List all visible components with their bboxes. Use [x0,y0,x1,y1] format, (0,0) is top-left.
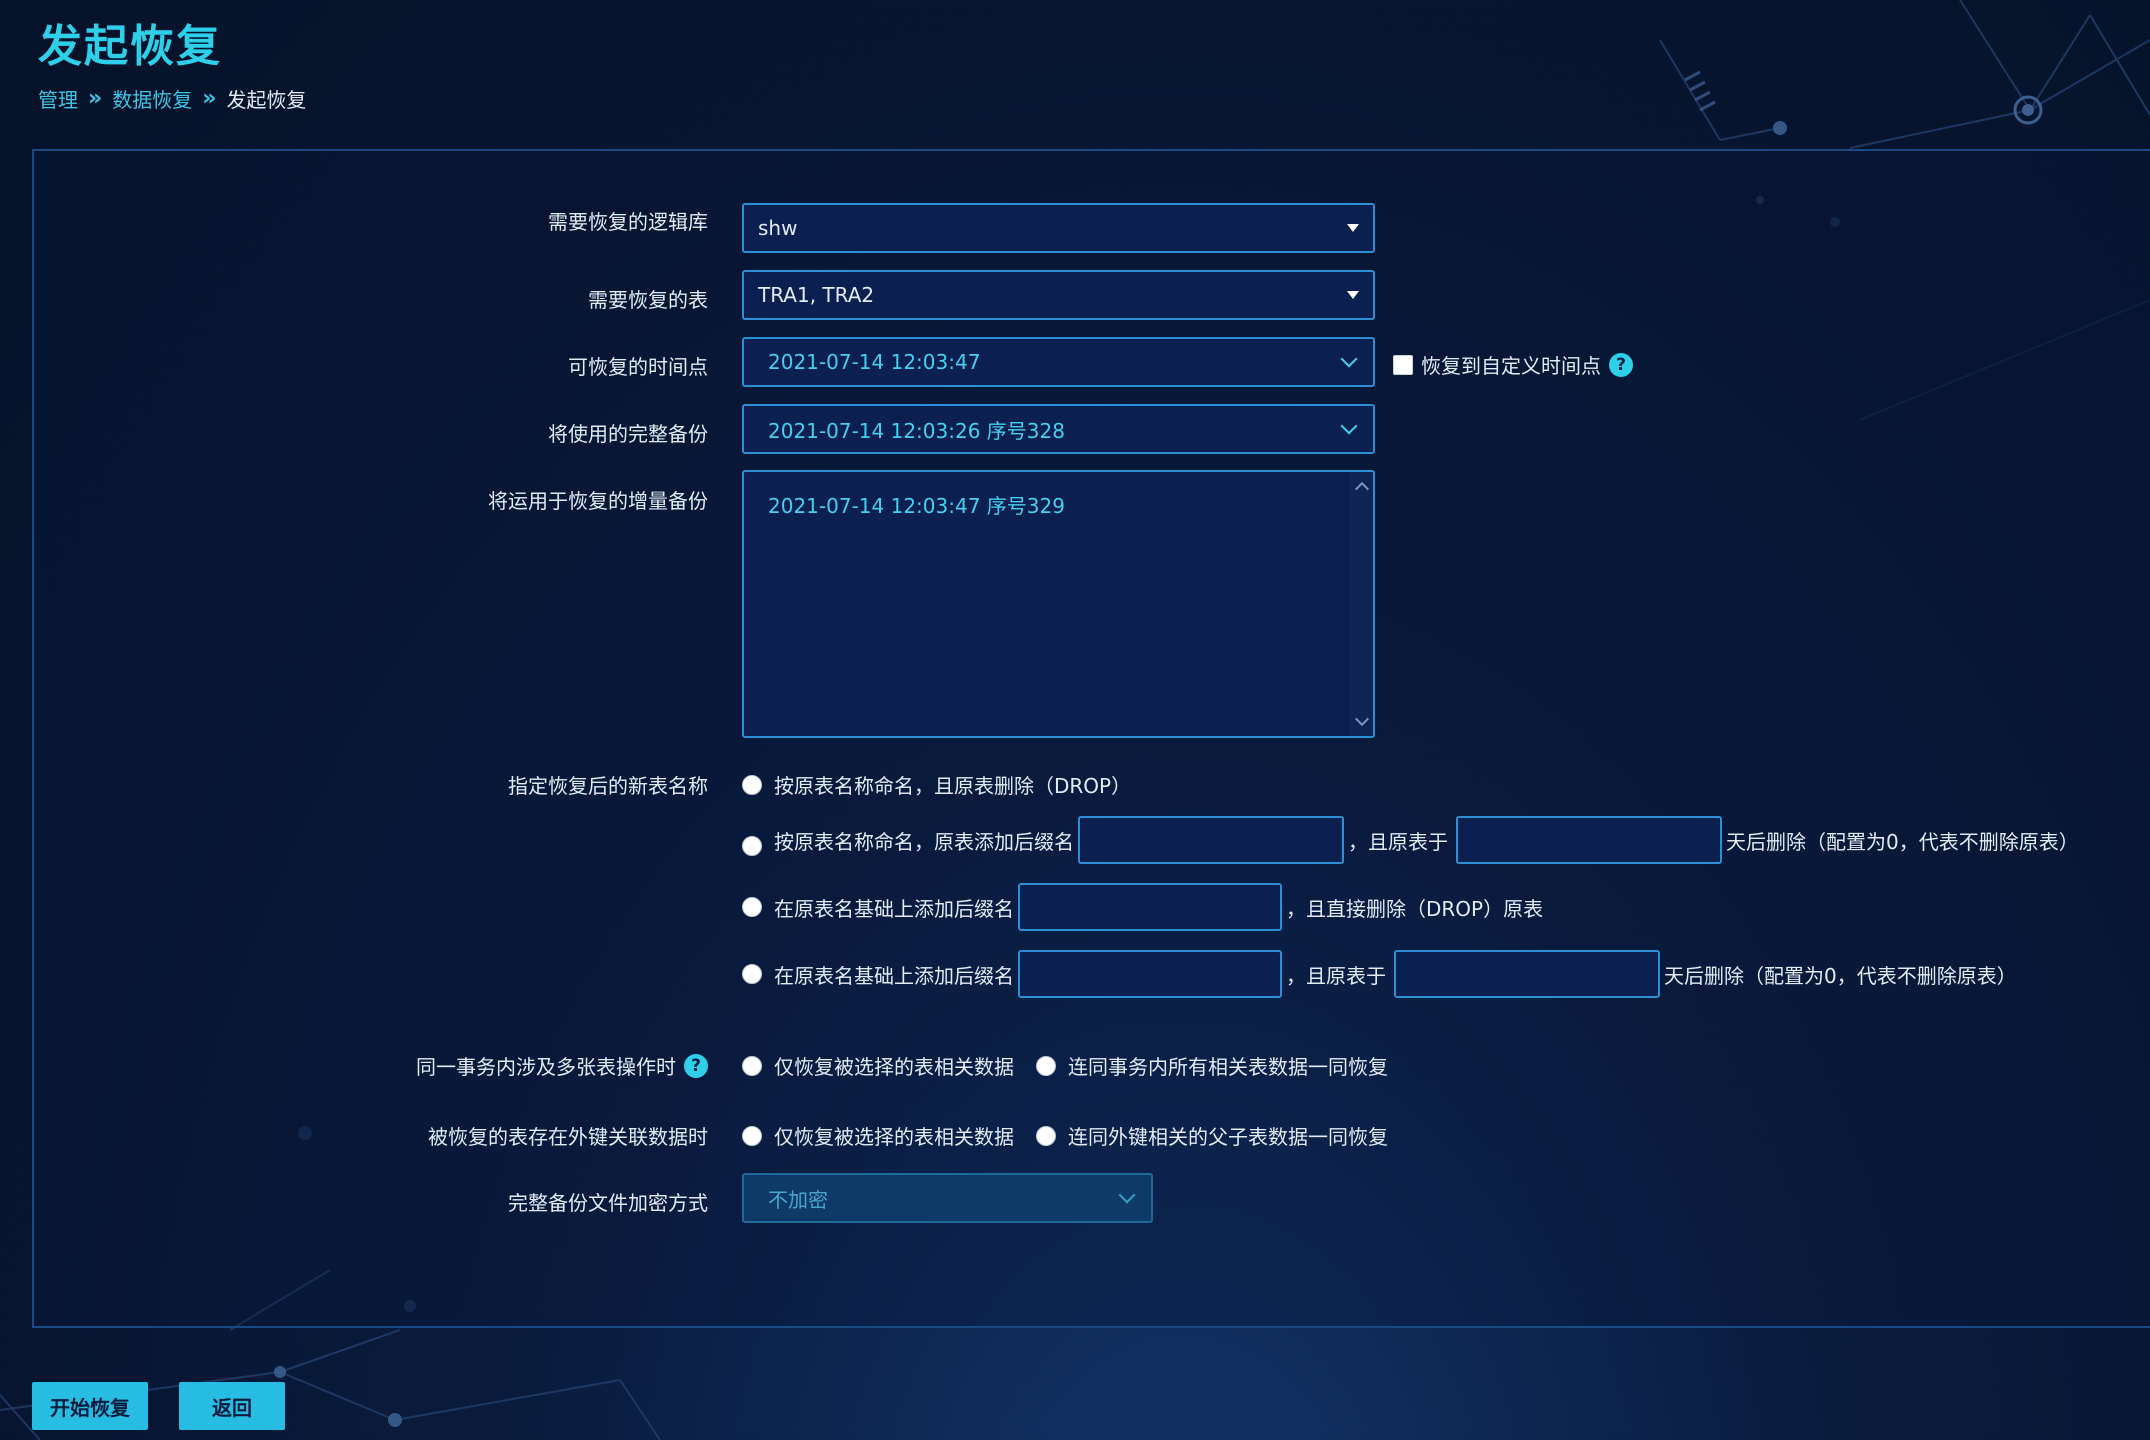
breadcrumb-current: 发起恢复 [226,88,307,112]
radio-button[interactable] [742,774,762,795]
encryption-value: 不加密 [768,1187,828,1212]
back-button[interactable]: 返回 [179,1382,285,1430]
list-item[interactable]: 2021-07-14 12:03:47 序号329 [768,490,1065,519]
radio-button[interactable] [742,964,762,984]
new-name-option-4: 在原表名基础上添加后缀名 ，且原表于 天后删除（配置为0，代表不删除原表） [742,950,2017,998]
logical-db-value: shw [758,216,798,240]
new-name-option-1: 按原表名称命名，且原表删除（DROP） [742,770,1131,799]
incremental-backup-label: 将运用于恢复的增量备份 [488,489,708,513]
multi-table-tx-options: 仅恢复被选择的表相关数据 连同事务内所有相关表数据一同恢复 [742,1051,1388,1080]
help-icon[interactable]: ? [1609,352,1633,377]
option-text: 仅恢复被选择的表相关数据 [774,1125,1014,1149]
new-table-name-label: 指定恢复后的新表名称 [508,774,708,798]
scrollbar[interactable] [1349,472,1373,736]
option-text: 在原表名基础上添加后缀名 [774,963,1014,988]
delete-days-input[interactable] [1456,816,1722,864]
help-icon[interactable]: ? [684,1053,708,1078]
chevron-down-icon [1340,350,1358,368]
foreign-key-label: 被恢复的表存在外键关联数据时 [428,1125,708,1149]
suffix-input[interactable] [1018,950,1282,998]
custom-time-label: 恢复到自定义时间点 [1421,354,1601,378]
foreign-key-options: 仅恢复被选择的表相关数据 连同外键相关的父子表数据一同恢复 [742,1121,1388,1150]
suffix-input[interactable] [1018,883,1282,931]
option-mid-text: ，且原表于 [1348,829,1448,854]
custom-time-checkbox[interactable] [1393,354,1413,375]
suffix-input[interactable] [1078,816,1344,864]
start-recovery-button[interactable]: 开始恢复 [32,1382,148,1430]
tables-select[interactable]: TRA1, TRA2 [742,270,1375,320]
chevron-down-icon [1340,417,1358,435]
full-backup-select[interactable]: 2021-07-14 12:03:26 序号328 [742,404,1375,454]
breadcrumb-link-manage[interactable]: 管理 [38,84,78,113]
option-text: 按原表名称命名，原表添加后缀名 [774,829,1074,854]
scroll-down-icon[interactable] [1354,711,1370,727]
new-name-option-3: 在原表名基础上添加后缀名 ，且直接删除（DROP）原表 [742,883,1543,931]
radio-button[interactable] [1036,1055,1056,1076]
recovery-form-panel [32,149,2150,1328]
option-end-text: 天后删除（配置为0，代表不删除原表） [1726,829,2079,854]
breadcrumb-separator-icon: » [202,86,217,111]
chevron-down-icon [1118,1186,1136,1204]
radio-button[interactable] [742,897,762,917]
breadcrumb: 管理 » 数据恢复 » 发起恢复 [38,84,306,113]
radio-button[interactable] [742,836,762,856]
option-mid-text: ，且原表于 [1286,963,1386,988]
scroll-up-icon[interactable] [1354,481,1370,497]
option-text: 在原表名基础上添加后缀名 [774,896,1014,921]
breadcrumb-link-data-recovery[interactable]: 数据恢复 [112,84,192,113]
time-point-value: 2021-07-14 12:03:47 [768,350,981,374]
custom-time-toggle[interactable]: 恢复到自定义时间点 ? [1393,350,1633,379]
radio-button[interactable] [742,1125,762,1146]
encryption-select[interactable]: 不加密 [742,1173,1153,1223]
full-backup-label: 将使用的完整备份 [548,422,708,446]
multi-table-tx-label: 同一事务内涉及多张表操作时 ? [416,1051,708,1080]
logical-db-label: 需要恢复的逻辑库 [548,210,708,234]
radio-button[interactable] [1036,1125,1056,1146]
option-text: 连同外键相关的父子表数据一同恢复 [1068,1125,1388,1149]
caret-down-icon [1347,224,1359,232]
incremental-backup-list[interactable]: 2021-07-14 12:03:47 序号329 [742,470,1375,738]
option-text: 按原表名称命名，且原表删除（DROP） [774,774,1132,798]
delete-days-input[interactable] [1394,950,1660,998]
option-text: 仅恢复被选择的表相关数据 [774,1055,1014,1079]
page-title: 发起恢复 [38,21,222,72]
breadcrumb-separator-icon: » [88,86,103,111]
encryption-label: 完整备份文件加密方式 [508,1191,708,1215]
new-name-option-2: 按原表名称命名，原表添加后缀名 ，且原表于 天后删除（配置为0，代表不删除原表） [742,816,2079,864]
tables-value: TRA1, TRA2 [758,283,875,307]
caret-down-icon [1347,291,1359,299]
full-backup-value: 2021-07-14 12:03:26 序号328 [768,418,1065,443]
option-mid-text: ，且直接删除（DROP）原表 [1286,896,1544,921]
option-text: 连同事务内所有相关表数据一同恢复 [1068,1055,1388,1079]
radio-button[interactable] [742,1055,762,1076]
time-point-label: 可恢复的时间点 [568,355,708,379]
logical-db-select[interactable]: shw [742,203,1375,253]
option-end-text: 天后删除（配置为0，代表不删除原表） [1664,963,2017,988]
time-point-select[interactable]: 2021-07-14 12:03:47 [742,337,1375,387]
tables-label: 需要恢复的表 [588,288,708,312]
